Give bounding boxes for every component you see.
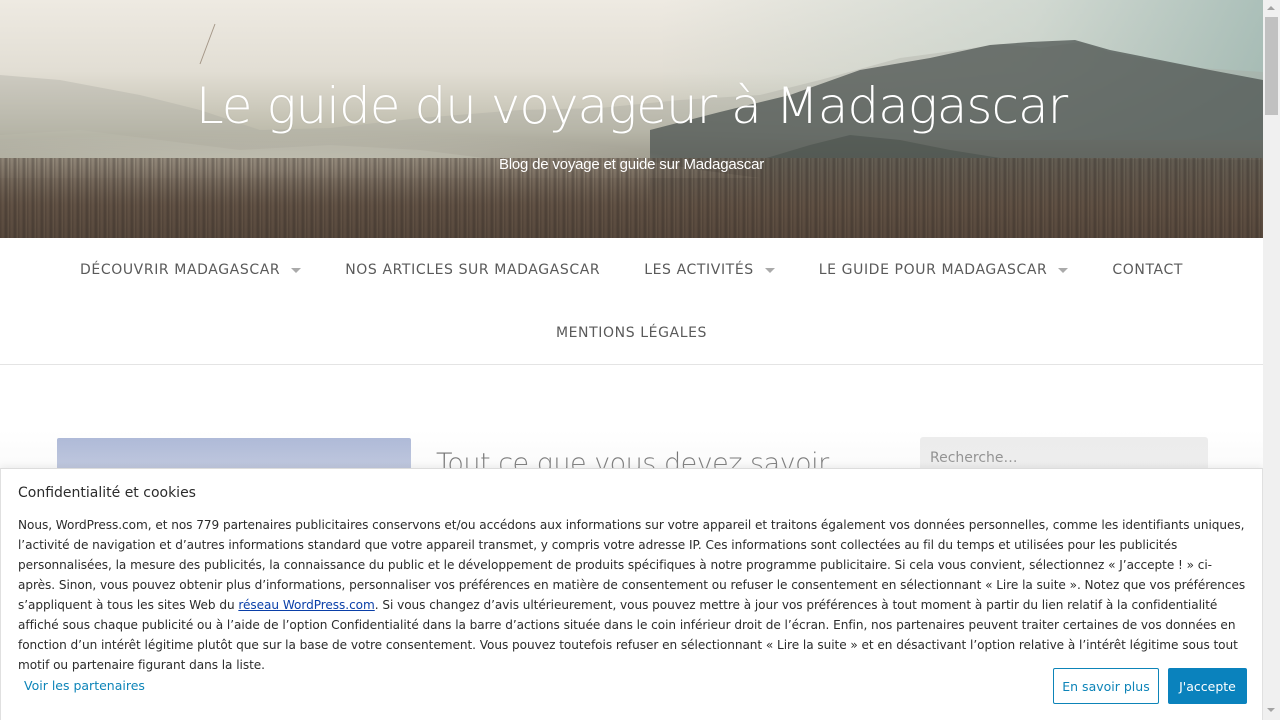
site-header-hero: Le guide du voyageur à Madagascar Blog d… <box>0 0 1263 238</box>
learn-more-button[interactable]: En savoir plus <box>1053 668 1159 704</box>
accept-button[interactable]: J'accepte <box>1168 668 1247 704</box>
cookie-consent-banner: Confidentialité et cookies Nous, WordPre… <box>0 468 1263 720</box>
nav-item-label: Contact <box>1112 262 1183 278</box>
search-placeholder: Recherche… <box>930 450 1018 466</box>
scrollbar-thumb[interactable] <box>1265 17 1278 115</box>
nav-item-les-activites[interactable]: Les activités <box>622 262 797 278</box>
nav-item-label: Mentions légales <box>555 325 708 341</box>
nav-row-2: Mentions légales <box>0 321 1263 345</box>
scroll-up-arrow-icon[interactable] <box>1267 6 1275 10</box>
page: Le guide du voyageur à Madagascar Blog d… <box>0 0 1263 720</box>
scroll-down-arrow-icon[interactable] <box>1267 708 1275 712</box>
site-tagline: Blog de voyage et guide sur Madagascar <box>498 156 765 173</box>
cookie-banner-title: Confidentialité et cookies <box>18 485 196 501</box>
nav-item-label: Les activités <box>644 262 754 278</box>
cookie-banner-text: Nous, WordPress.com, et nos 779 partenai… <box>18 515 1248 675</box>
nav-item-mentions-legales[interactable]: Mentions légales <box>534 325 729 341</box>
nav-item-contact[interactable]: Contact <box>1090 262 1205 278</box>
site-title[interactable]: Le guide du voyageur à Madagascar <box>0 76 1263 136</box>
caret-down-icon <box>291 267 302 273</box>
main-navigation: Découvrir Madagascar Nos articles sur Ma… <box>0 238 1263 365</box>
caret-down-icon <box>1058 267 1069 273</box>
nav-row-1: Découvrir Madagascar Nos articles sur Ma… <box>0 258 1263 282</box>
wordpress-network-link[interactable]: réseau WordPress.com <box>238 598 374 612</box>
nav-item-decouvrir-madagascar[interactable]: Découvrir Madagascar <box>58 262 323 278</box>
nav-item-label: Découvrir Madagascar <box>80 262 281 278</box>
nav-item-label: Nos articles sur Madagascar <box>345 262 601 278</box>
caret-down-icon <box>764 267 775 273</box>
view-partners-link[interactable]: Voir les partenaires <box>24 678 145 693</box>
nav-item-le-guide[interactable]: Le guide pour Madagascar <box>797 262 1091 278</box>
vertical-scrollbar[interactable] <box>1263 0 1280 720</box>
nav-item-label: Le guide pour Madagascar <box>818 262 1048 278</box>
nav-item-nos-articles[interactable]: Nos articles sur Madagascar <box>323 262 622 278</box>
